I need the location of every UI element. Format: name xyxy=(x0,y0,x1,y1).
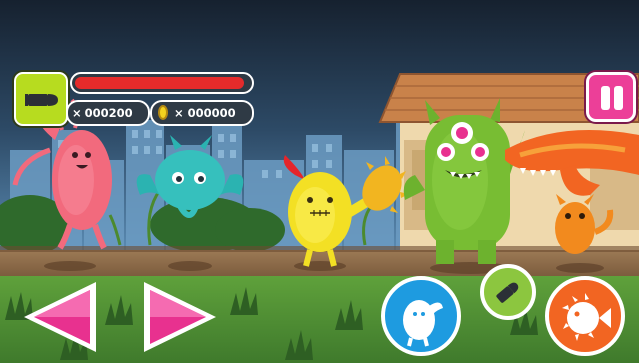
bullet-icon xyxy=(496,282,519,303)
arrow-left-icon[interactable] xyxy=(18,276,100,358)
special-button[interactable] xyxy=(545,276,625,356)
coin-multiply-symbol: × xyxy=(174,106,184,120)
ammo-counter: × 000200 xyxy=(66,100,150,126)
shoot-button[interactable] xyxy=(480,264,536,320)
jump-button[interactable] xyxy=(381,276,461,356)
ammo-count: 000200 xyxy=(84,106,133,120)
arrow-right-icon[interactable] xyxy=(140,276,222,358)
weapon-slot[interactable] xyxy=(14,72,68,126)
coin-counter: × 000000 xyxy=(150,100,254,126)
puffer-fish-icon xyxy=(562,293,611,341)
pause-button[interactable] xyxy=(586,72,636,122)
game-screen: × 000200 × 000000 xyxy=(0,0,639,363)
coin-count: 000000 xyxy=(187,106,236,120)
ghost-character-icon xyxy=(403,300,443,347)
bullet-icon xyxy=(25,94,58,106)
health-bar xyxy=(70,72,254,94)
coin-icon xyxy=(158,105,168,120)
health-bar-fill xyxy=(75,77,244,89)
multiply-icon: × xyxy=(72,106,82,120)
